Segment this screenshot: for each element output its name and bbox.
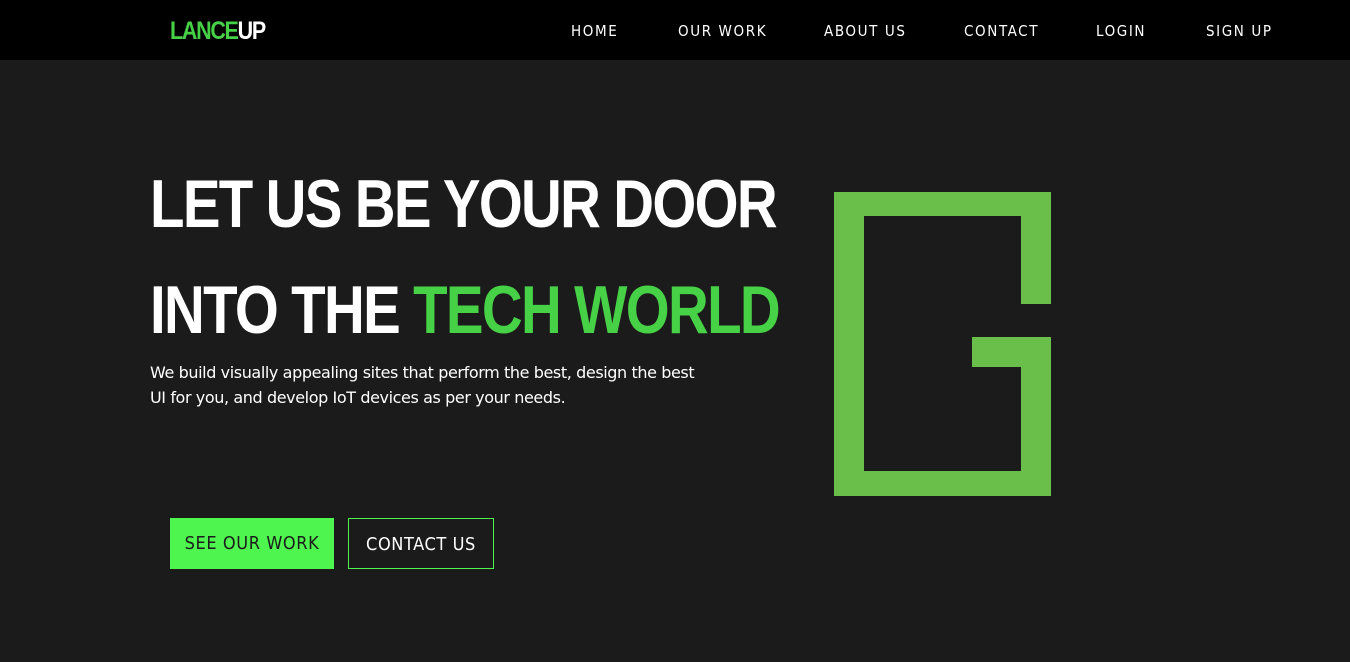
hero-description: We build visually appealing sites that p… bbox=[150, 363, 695, 407]
door-g-logo-icon bbox=[834, 192, 1051, 496]
contact-us-button[interactable]: CONTACT US bbox=[348, 518, 494, 569]
hero-heading-accent: TECH WORLD bbox=[413, 272, 781, 348]
nav-links: HOME OUR WORK ABOUT US CONTACT LOGIN SIG… bbox=[0, 19, 1350, 43]
nav-our-work[interactable]: OUR WORK bbox=[678, 19, 767, 43]
nav-about-us[interactable]: ABOUT US bbox=[824, 19, 907, 43]
hero-heading-line2-plain: INTO THE bbox=[150, 272, 414, 348]
nav-contact[interactable]: CONTACT bbox=[964, 19, 1039, 43]
hero-heading-line1: LET US BE YOUR DOOR bbox=[150, 166, 778, 242]
nav-sign-up[interactable]: SIGN UP bbox=[1206, 19, 1273, 43]
nav-login[interactable]: LOGIN bbox=[1096, 19, 1146, 43]
hero-heading-line2: INTO THE TECH WORLD bbox=[150, 270, 781, 350]
nav-home[interactable]: HOME bbox=[571, 19, 618, 43]
see-our-work-button[interactable]: SEE OUR WORK bbox=[170, 518, 334, 569]
top-navbar: LANCEUP HOME OUR WORK ABOUT US CONTACT L… bbox=[0, 0, 1350, 60]
